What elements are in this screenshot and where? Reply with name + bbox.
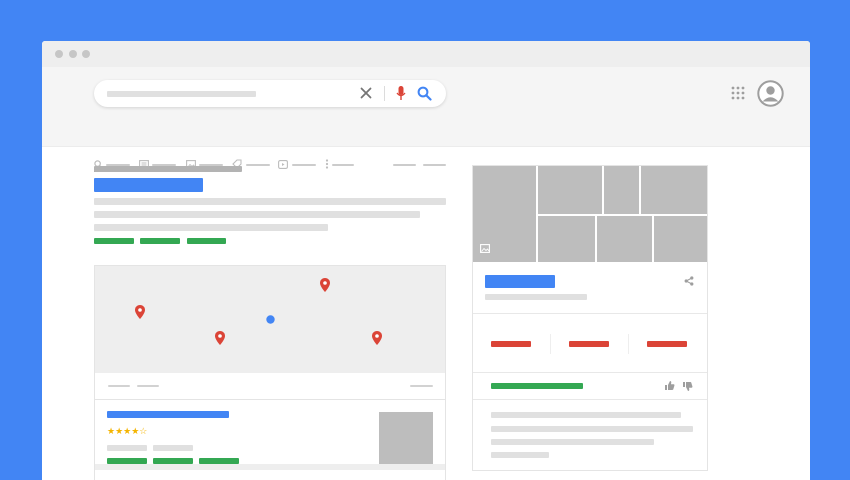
search-query-placeholder (107, 91, 256, 97)
map-filter-row (95, 373, 445, 400)
map[interactable] (95, 266, 445, 373)
map-pin-icon[interactable] (215, 331, 225, 345)
rating-stars: ★★★★☆ (107, 426, 148, 436)
share-icon[interactable] (684, 276, 694, 286)
listing-separator (95, 464, 445, 470)
sitelink[interactable] (187, 238, 226, 244)
search-icon[interactable] (417, 86, 432, 101)
panel-subtitle (485, 294, 587, 300)
panel-title (485, 275, 555, 288)
window-dot-icon[interactable] (55, 50, 63, 58)
search-header (42, 67, 810, 172)
image-icon (480, 244, 490, 253)
filter-placeholder[interactable] (108, 385, 130, 387)
thumbs-down-icon[interactable] (682, 381, 693, 392)
panel-description (473, 400, 707, 470)
result-snippet-line (94, 211, 420, 218)
window-dot-icon[interactable] (69, 50, 77, 58)
listing-detail-placeholder (153, 445, 193, 451)
collage-image[interactable] (654, 216, 707, 262)
collage-image[interactable] (597, 216, 652, 262)
panel-actions (473, 314, 707, 373)
map-pin-icon[interactable] (372, 331, 382, 345)
browser-window: ★★★★☆ (42, 41, 810, 480)
result-snippet-line (94, 198, 446, 205)
listing-title-link[interactable] (107, 411, 229, 418)
listing-detail-placeholder (107, 445, 147, 451)
panel-header (473, 262, 707, 314)
panel-feedback-row (473, 373, 707, 400)
divider (550, 334, 551, 354)
collage-image[interactable] (604, 166, 639, 214)
browser-titlebar (42, 41, 810, 67)
map-pin-icon[interactable] (135, 305, 145, 319)
map-pin-icon[interactable] (320, 278, 330, 292)
thumbs-up-icon[interactable] (664, 380, 675, 391)
clear-icon[interactable] (360, 87, 372, 99)
settings-link-placeholder[interactable] (393, 164, 416, 166)
local-listing[interactable]: ★★★★☆ (95, 400, 445, 472)
tab-label-placeholder[interactable] (292, 164, 316, 166)
knowledge-panel (472, 165, 708, 471)
divider (628, 334, 629, 354)
result-snippet-line (94, 224, 328, 231)
result-url-placeholder (94, 166, 242, 172)
panel-action-button[interactable] (647, 341, 687, 347)
panel-link[interactable] (491, 383, 583, 389)
description-line (491, 426, 693, 432)
collage-image[interactable] (538, 216, 595, 262)
divider (384, 86, 385, 101)
panel-action-button[interactable] (569, 341, 609, 347)
tab-label-placeholder[interactable] (246, 164, 270, 166)
account-icon[interactable] (757, 80, 784, 107)
search-bar[interactable] (94, 80, 446, 107)
more-icon[interactable] (325, 159, 329, 169)
description-line (491, 439, 654, 445)
collage-image[interactable] (538, 166, 602, 214)
window-dot-icon[interactable] (82, 50, 90, 58)
image-collage[interactable] (473, 166, 707, 262)
result-title-link[interactable] (94, 178, 203, 192)
description-line (491, 452, 549, 458)
video-icon[interactable] (278, 160, 288, 169)
sitelink[interactable] (140, 238, 180, 244)
tools-link-placeholder[interactable] (423, 164, 446, 166)
collage-image[interactable] (641, 166, 707, 214)
filter-placeholder[interactable] (410, 385, 433, 387)
filter-placeholder[interactable] (137, 385, 159, 387)
description-line (491, 412, 681, 418)
panel-action-button[interactable] (491, 341, 531, 347)
local-results-card: ★★★★☆ (94, 265, 446, 480)
microphone-icon[interactable] (396, 85, 406, 102)
apps-grid-icon[interactable] (731, 86, 745, 100)
tab-label-placeholder[interactable] (332, 164, 354, 166)
listing-thumbnail[interactable] (379, 412, 433, 464)
location-dot-icon (266, 315, 275, 324)
sitelink[interactable] (94, 238, 134, 244)
